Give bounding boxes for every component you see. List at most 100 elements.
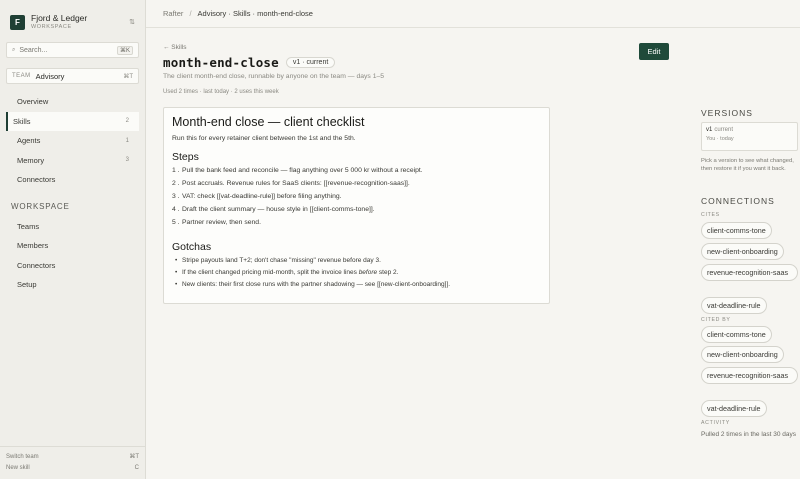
page-title: month-end-close [163,55,279,70]
sidebar-footer: Switch team ⌘T New skill C [0,446,145,479]
sidebar-item-skills[interactable]: Skills 2 [6,111,139,131]
gotcha-text-after: step 2. [377,269,399,276]
step-number: 2 . [172,180,180,187]
version-author: You · today [706,136,734,142]
sidebar-item-label: Skills [13,116,31,126]
gotcha-text: Stripe payouts land T+2; don't chase "mi… [182,257,381,264]
sidebar-item-label: Connectors [17,175,56,185]
sidebar-item-teams[interactable]: Teams [6,217,139,237]
activity-text: Pulled 2 times in the last 30 days [701,431,797,438]
team-shortcut: ⌘T [123,73,133,80]
version-card[interactable]: v1 current You · today [701,122,798,151]
cited-by-label: CITED BY [701,317,731,323]
org-switcher[interactable]: F Fjord & Ledger WORKSPACE ⇅ [0,0,145,34]
cited-by-chip[interactable]: new-client-onboarding [701,346,784,363]
team-selector[interactable]: TEAM Advisory ⌘T [6,68,139,84]
doc-title: Month-end close — client checklist [172,115,365,129]
step-number: 5 . [172,219,180,226]
gotchas-heading: Gotchas [172,241,212,253]
doc-intro: Run this for every retainer client betwe… [172,135,356,142]
page-subtitle: The client month-end close, runnable by … [163,73,385,80]
sidebar-nav: Overview Skills 2 Agents 1 Memory 3 Conn… [0,92,145,295]
step-text: Post accruals. Revenue rules for SaaS cl… [182,180,410,187]
list-item: • If the client changed pricing mid-month… [172,269,541,281]
step-number: 3 . [172,193,180,200]
sidebar-item-count: 2 [125,118,129,125]
edit-button[interactable]: Edit [639,43,669,60]
back-link[interactable]: ← Skills [163,44,186,51]
search-shortcut: ⌘K [116,45,133,55]
version-number: v1 [706,127,713,133]
list-item: 2 . Post accruals. Revenue rules for SaaS… [172,180,541,193]
sidebar-item-overview[interactable]: Overview [6,92,139,112]
steps-heading: Steps [172,151,199,163]
sidebar-item-memory[interactable]: Memory 3 [6,151,139,171]
breadcrumb-path: Advisory · Skills · month-end-close [197,9,313,18]
org-logo: F [10,14,25,30]
search-placeholder: Search... [19,46,48,54]
team-value: Advisory [35,71,65,81]
breadcrumb-separator: / [189,9,192,18]
step-text: Draft the client summary — house style i… [182,206,375,213]
org-subtitle: WORKSPACE [31,23,72,30]
app-window: F Fjord & Ledger WORKSPACE ⇅ ⌕ Search...… [0,0,800,479]
list-item: 1 . Pull the bank feed and reconcile — fl… [172,167,541,180]
gotchas-list: • Stripe payouts land T+2; don't chase "m… [172,257,541,293]
org-text: Fjord & Ledger WORKSPACE [31,13,129,30]
cites-chip[interactable]: new-client-onboarding [701,243,784,260]
versions-heading: VERSIONS [701,108,753,118]
breadcrumb: Rafter / Advisory · Skills · month-end-c… [146,0,800,28]
footer-label: New skill [6,464,30,471]
skill-document: Month-end close — client checklist Run t… [163,107,550,304]
new-skill-action[interactable]: New skill C [6,462,139,473]
version-card-title: v1 current [706,127,793,133]
usage-meta: Used 2 times · last today · 2 uses this … [163,89,279,95]
footer-label: Switch team [6,453,39,460]
sidebar-item-connectors[interactable]: Connectors [6,170,139,190]
step-text: Pull the bank feed and reconcile — flag … [182,167,423,174]
sidebar-item-label: Agents [17,136,41,146]
step-number: 1 . [172,167,180,174]
cites-label: CITES [701,212,720,218]
chevron-updown-icon[interactable]: ⇅ [129,18,135,26]
cites-chip[interactable]: client-comms-tone [701,222,772,239]
sidebar-item-agents[interactable]: Agents 1 [6,131,139,151]
sidebar-item-label: Teams [17,221,40,231]
cites-chip[interactable]: vat-deadline-rule [701,297,767,314]
list-item: 4 . Draft the client summary — house styl… [172,206,541,219]
cites-chip[interactable]: revenue-recognition-saas [701,264,798,281]
sidebar: F Fjord & Ledger WORKSPACE ⇅ ⌕ Search...… [0,0,146,479]
step-text: Partner review, then send. [182,219,261,226]
list-item: • New clients: their first close runs wit… [172,281,541,293]
list-item: • Stripe payouts land T+2; don't chase "m… [172,257,541,269]
search-input[interactable]: ⌕ Search... ⌘K [6,42,139,58]
cited-by-chip[interactable]: revenue-recognition-saas [701,367,798,384]
breadcrumb-root[interactable]: Rafter [163,9,183,18]
sidebar-item-label: Members [17,241,49,251]
main-area: Rafter / Advisory · Skills · month-end-c… [146,0,800,479]
switch-team-action[interactable]: Switch team ⌘T [6,451,139,462]
sidebar-item-count: 3 [125,157,129,164]
activity-label: ACTIVITY [701,420,730,426]
version-status: current [714,127,734,133]
sidebar-item-label: Connectors [17,260,56,270]
sidebar-item-label: Setup [17,280,37,290]
bullet-icon: • [175,269,178,276]
step-number: 4 . [172,206,180,213]
bullet-icon: • [175,257,178,264]
sidebar-item-workspace-connectors[interactable]: Connectors [6,256,139,276]
gotcha-text: If the client changed pricing mid-month,… [182,269,398,281]
sidebar-item-members[interactable]: Members [6,236,139,256]
list-item: 5 . Partner review, then send. [172,219,541,232]
sidebar-item-setup[interactable]: Setup [6,275,139,295]
version-badge[interactable]: v1 · current [285,57,336,68]
gotcha-emphasis: before [358,269,378,276]
cited-by-chip[interactable]: vat-deadline-rule [701,400,767,417]
steps-list: 1 . Pull the bank feed and reconcile — fl… [172,167,541,232]
sidebar-item-label: Overview [17,97,49,107]
list-item: 3 . VAT: check [[vat-deadline-rule]] befo… [172,193,541,206]
search-icon: ⌕ [12,46,16,53]
connections-heading: CONNECTIONS [701,196,775,206]
cited-by-chip[interactable]: client-comms-tone [701,326,772,343]
team-label: TEAM [12,73,31,79]
